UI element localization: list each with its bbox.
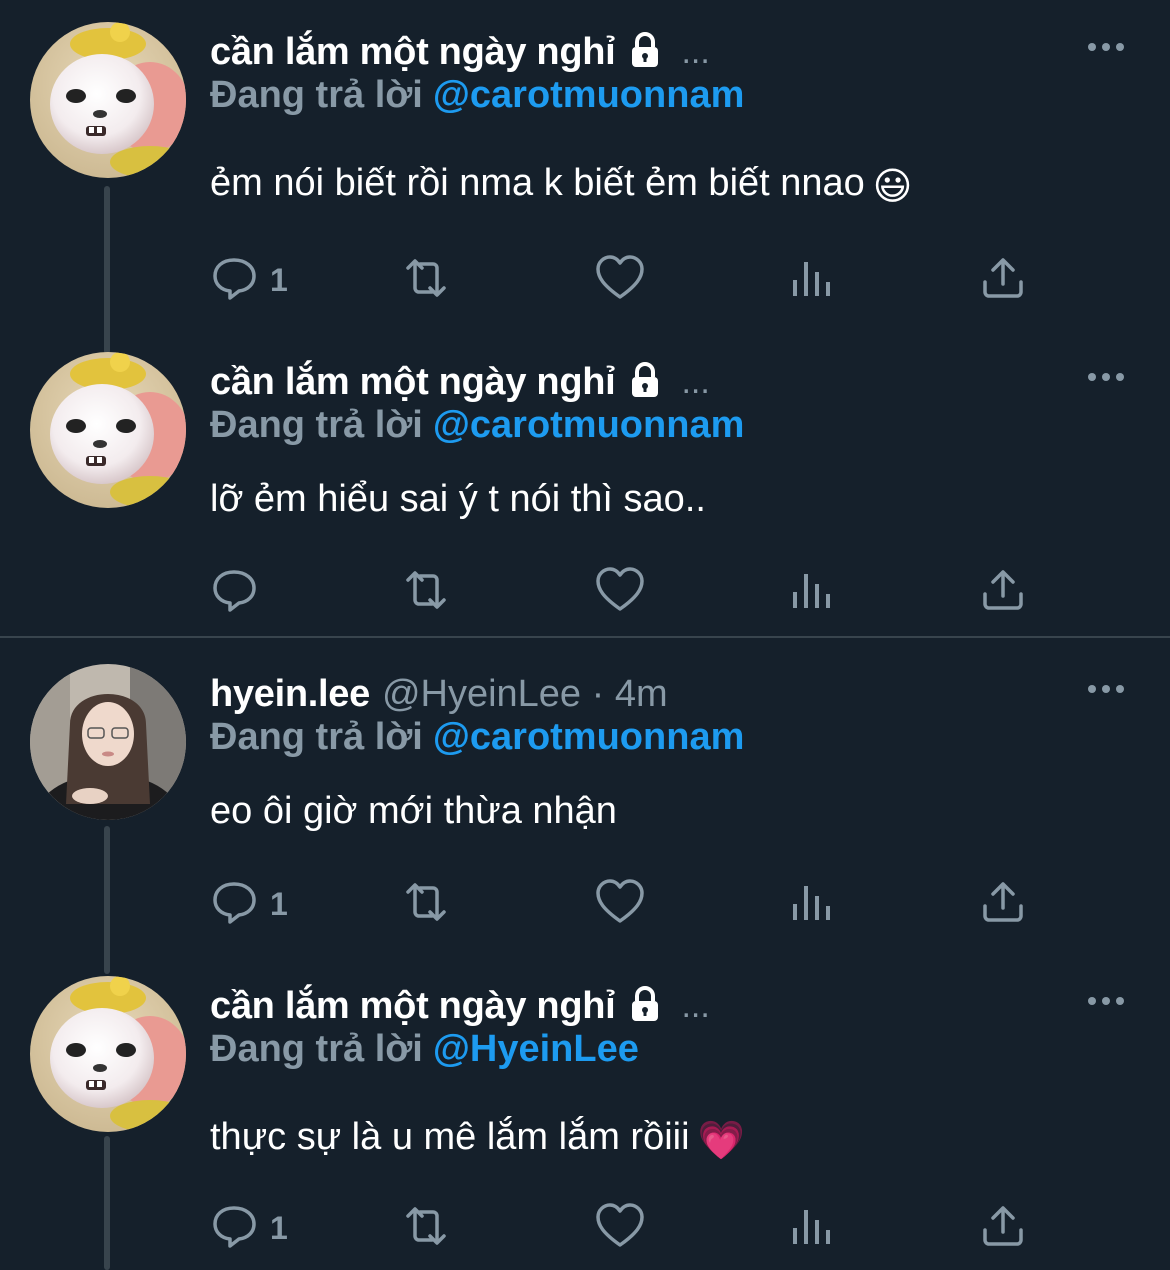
lock-icon xyxy=(625,984,665,1029)
share-button[interactable] xyxy=(980,878,1026,931)
reply-icon xyxy=(210,254,258,307)
heart-icon xyxy=(595,566,645,619)
tweet-text-body: ẻm nói biết rồi nma k biết ẻm biết nnao xyxy=(210,162,865,204)
like-button[interactable] xyxy=(595,878,645,931)
display-name[interactable]: cần lắm một ngày nghỉ xyxy=(210,985,616,1028)
share-button[interactable] xyxy=(980,254,1026,307)
tweet-meta: ... xyxy=(681,362,710,401)
handle-and-time[interactable]: @HyeinLee · 4m xyxy=(382,673,668,716)
retweet-button[interactable] xyxy=(398,1202,454,1255)
action-bar: 1 xyxy=(210,254,1040,314)
display-name[interactable]: cần lắm một ngày nghỉ xyxy=(210,31,616,74)
display-name[interactable]: hyein.lee xyxy=(210,673,370,716)
reply-count: 1 xyxy=(270,886,288,922)
views-button[interactable] xyxy=(790,566,834,619)
reply-context: Đang trả lời @carotmuonnam xyxy=(210,716,744,759)
tweet-text: eo ôi giờ mới thừa nhận xyxy=(210,790,617,833)
mention-link[interactable]: @carotmuonnam xyxy=(433,716,745,758)
thread-line xyxy=(104,1136,110,1270)
reply-label: Đang trả lời xyxy=(210,404,423,446)
views-icon xyxy=(790,254,834,307)
mention-link[interactable]: @carotmuonnam xyxy=(433,74,745,116)
more-icon[interactable] xyxy=(1086,370,1126,389)
views-button[interactable] xyxy=(790,1202,834,1255)
views-icon xyxy=(790,1202,834,1255)
display-name[interactable]: cần lắm một ngày nghỉ xyxy=(210,361,616,404)
retweet-button[interactable] xyxy=(398,566,454,619)
tweet-meta: ... xyxy=(681,986,710,1025)
avatar[interactable] xyxy=(30,22,186,178)
more-icon[interactable] xyxy=(1086,682,1126,701)
reply-icon xyxy=(210,878,258,931)
reply-context: Đang trả lời @HyeinLee xyxy=(210,1028,639,1071)
like-button[interactable] xyxy=(595,1202,645,1255)
reply-count: 1 xyxy=(270,1210,288,1246)
share-icon xyxy=(980,566,1026,619)
heart-icon xyxy=(595,878,645,931)
emoji: 💗 xyxy=(697,1120,745,1162)
share-button[interactable] xyxy=(980,566,1026,619)
reply-button[interactable]: 1 xyxy=(210,878,288,931)
lock-icon xyxy=(625,30,665,75)
thread-line xyxy=(104,186,110,354)
reply-context: Đang trả lời @carotmuonnam xyxy=(210,404,744,447)
mention-link[interactable]: @HyeinLee xyxy=(433,1028,639,1070)
reply-button[interactable]: 1 xyxy=(210,1202,288,1255)
views-icon xyxy=(790,566,834,619)
avatar[interactable] xyxy=(30,976,186,1132)
tweet-text-body: thực sự là u mê lắm lắm rồiii xyxy=(210,1116,690,1158)
share-button[interactable] xyxy=(980,1202,1026,1255)
tweet-meta: ... xyxy=(681,32,710,71)
share-icon xyxy=(980,878,1026,931)
views-button[interactable] xyxy=(790,878,834,931)
tweet-text: thực sự là u mê lắm lắm rồiii 💗 xyxy=(210,1116,745,1163)
action-bar: 1 xyxy=(210,1202,1040,1262)
reply-icon xyxy=(210,566,258,619)
lock-icon xyxy=(625,360,665,405)
retweet-icon xyxy=(398,878,454,931)
share-icon xyxy=(980,254,1026,307)
views-button[interactable] xyxy=(790,254,834,307)
retweet-icon xyxy=(398,1202,454,1255)
retweet-button[interactable] xyxy=(398,878,454,931)
thread-line xyxy=(104,826,110,974)
reply-button[interactable] xyxy=(210,566,270,619)
reply-label: Đang trả lời xyxy=(210,1028,423,1070)
action-bar: 1 xyxy=(210,878,1040,938)
reply-icon xyxy=(210,1202,258,1255)
like-button[interactable] xyxy=(595,254,645,307)
like-button[interactable] xyxy=(595,566,645,619)
tweet-text: lỡ ẻm hiểu sai ý t nói thì sao.. xyxy=(210,478,706,521)
emoji: 😃 xyxy=(872,166,913,208)
tweet-text-body: eo ôi giờ mới thừa nhận xyxy=(210,790,617,832)
avatar[interactable] xyxy=(30,352,186,508)
heart-icon xyxy=(595,254,645,307)
reply-label: Đang trả lời xyxy=(210,74,423,116)
retweet-icon xyxy=(398,566,454,619)
more-icon[interactable] xyxy=(1086,40,1126,59)
divider xyxy=(0,636,1170,638)
share-icon xyxy=(980,1202,1026,1255)
mention-link[interactable]: @carotmuonnam xyxy=(433,404,745,446)
reply-count: 1 xyxy=(270,262,288,298)
reply-context: Đang trả lời @carotmuonnam xyxy=(210,74,744,117)
tweet-text: ẻm nói biết rồi nma k biết ẻm biết nnao 😃 xyxy=(210,162,912,209)
retweet-icon xyxy=(398,254,454,307)
views-icon xyxy=(790,878,834,931)
avatar[interactable] xyxy=(30,664,186,820)
reply-label: Đang trả lời xyxy=(210,716,423,758)
tweet-text-body: lỡ ẻm hiểu sai ý t nói thì sao.. xyxy=(210,478,706,520)
heart-icon xyxy=(595,1202,645,1255)
more-icon[interactable] xyxy=(1086,994,1126,1013)
action-bar xyxy=(210,566,1040,626)
reply-button[interactable]: 1 xyxy=(210,254,288,307)
retweet-button[interactable] xyxy=(398,254,454,307)
